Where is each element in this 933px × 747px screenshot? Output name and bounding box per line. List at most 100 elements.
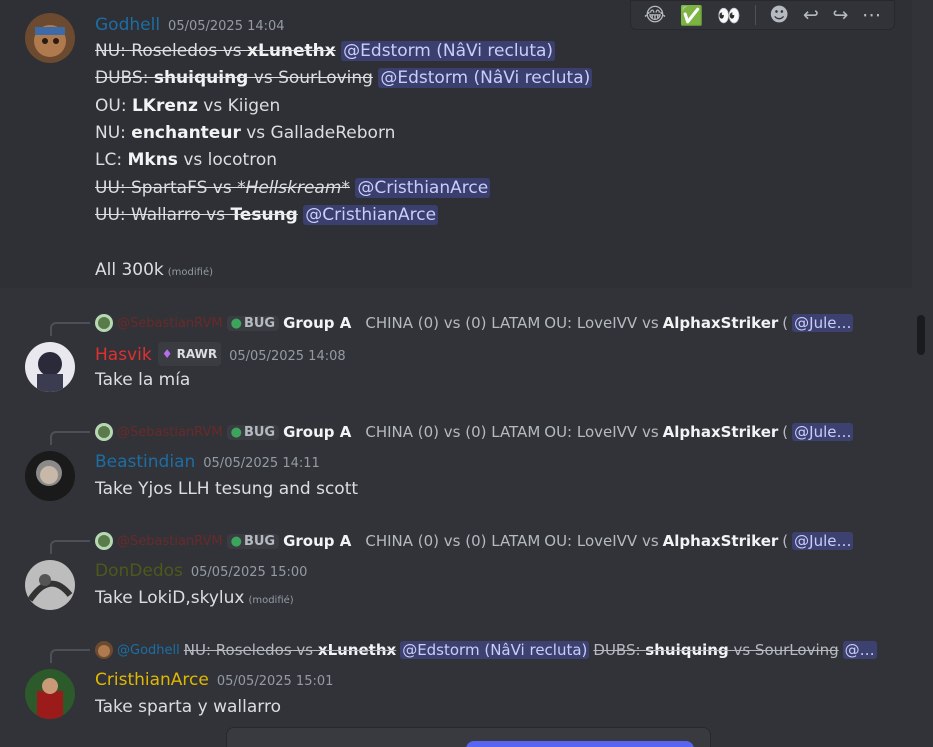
message-line-8: All 300k (modifié) (95, 259, 213, 284)
reaction-eyes-icon[interactable]: 👀 (717, 4, 741, 27)
author-name[interactable]: CristhianArce (95, 670, 209, 690)
reply-author[interactable]: @Godhell (117, 643, 180, 658)
message-text: Take Yjos LLH tesung and scott (95, 479, 359, 499)
reply-preview[interactable]: @SebastianRVM ● BUG Group A CHINA (0) vs … (95, 421, 880, 443)
reply-icon[interactable]: ↩ (803, 4, 819, 26)
user-mention[interactable]: @Edstorm (NâVi recluta) (341, 41, 556, 61)
composer-action-button[interactable] (466, 741, 694, 747)
more-options-icon[interactable]: ⋯ (862, 4, 881, 26)
message-content: Take la mía (95, 369, 190, 391)
reply-mention: @Jule… (792, 423, 854, 441)
bold-text: xLunethx (247, 41, 336, 61)
text: LC: (95, 150, 128, 170)
text: vs SourLoving (248, 68, 373, 88)
server-tag: ● BUG (226, 533, 280, 549)
toolbar-divider (754, 5, 756, 25)
role-badge: ♦ RAWR (157, 342, 222, 366)
avatar[interactable] (25, 342, 75, 392)
timestamp: 05/05/2025 14:11 (203, 456, 320, 471)
text: vs Kiigen (197, 96, 281, 116)
author-name[interactable]: DonDedos (95, 561, 183, 581)
reply-spine (50, 431, 90, 445)
reply-bold: AlphaxStriker (662, 423, 779, 441)
server-tag: ● BUG (226, 424, 280, 440)
avatar[interactable] (25, 669, 75, 719)
leaf-icon: ● (230, 424, 242, 440)
timestamp: 05/05/2025 14:08 (229, 349, 346, 364)
reply-bold: AlphaxStriker (662, 314, 779, 332)
reply-preview[interactable]: @SebastianRVM ● BUG Group A CHINA (0) vs … (95, 530, 880, 552)
reply-text: DUBS: (593, 641, 646, 659)
message-beastindian[interactable]: @SebastianRVM ● BUG Group A CHINA (0) vs … (0, 414, 912, 514)
message-dondedos[interactable]: @SebastianRVM ● BUG Group A CHINA (0) vs … (0, 523, 912, 623)
edited-label: (modifié) (248, 595, 294, 606)
bold-text: shuiquing (153, 68, 249, 88)
reply-mention: @Jule… (792, 314, 854, 332)
message-header: Hasvik ♦ RAWR 05/05/2025 14:08 (95, 342, 346, 368)
avatar[interactable] (25, 13, 75, 63)
text: NU: Roseledos vs (95, 41, 248, 61)
reply-group: Group A (283, 423, 352, 441)
forward-icon[interactable]: ↪ (832, 4, 848, 26)
reply-author[interactable]: @SebastianRVM (117, 425, 223, 440)
user-mention[interactable]: @CristhianArce (355, 178, 491, 198)
author-name[interactable]: Hasvik (95, 345, 152, 365)
message-line-7: UU: Wallarro vs Tesung @CristhianArce (95, 204, 439, 226)
reply-text: ( (782, 314, 789, 332)
reply-preview[interactable]: @Godhell NU: Roseledos vs xLunethx @Edst… (95, 639, 880, 661)
reply-author[interactable]: @SebastianRVM (117, 316, 223, 331)
text: UU: SpartaFS vs * (95, 178, 246, 198)
message-line-5: LC: Mkns vs locotron (95, 149, 277, 171)
server-tag: ● BUG (226, 315, 280, 331)
message-hasvik[interactable]: @SebastianRVM ● BUG Group A CHINA (0) vs … (0, 305, 912, 405)
tag-label: BUG (243, 533, 276, 549)
message-header: Godhell 05/05/2025 14:04 (95, 14, 285, 38)
message-cristhianarce[interactable]: @Godhell NU: Roseledos vs xLunethx @Edst… (0, 632, 912, 732)
message-content: Take sparta y wallarro (95, 696, 281, 718)
message-godhell[interactable]: Godhell 05/05/2025 14:04 NU: Roseledos vs… (0, 0, 912, 288)
timestamp: 05/05/2025 15:00 (190, 565, 308, 580)
reply-text: vs SourLoving (728, 641, 839, 659)
message-line-2: DUBS: shuiquing vs SourLoving @Edstorm (… (95, 67, 593, 89)
reply-bold: AlphaxStriker (662, 532, 779, 550)
reply-text: OU: LoveIVV vs (544, 314, 659, 332)
reply-match: CHINA (0) vs (0) LATAM (365, 423, 541, 441)
reply-bold: shuiquing (645, 641, 729, 659)
chat-scroller[interactable]: Godhell 05/05/2025 14:04 NU: Roseledos vs… (0, 0, 933, 747)
reply-avatar (95, 423, 113, 441)
timestamp: 05/05/2025 14:04 (168, 19, 285, 34)
reply-text: ( (782, 532, 789, 550)
message-header: CristhianArce 05/05/2025 15:01 (95, 669, 333, 693)
message-line-4: NU: enchanteur vs GalladeReborn (95, 122, 395, 144)
reaction-check-icon[interactable]: ✅ (680, 4, 704, 27)
beastindian-avatar-image (25, 451, 75, 501)
author-name[interactable]: Godhell (95, 15, 160, 35)
scrollbar-thumb[interactable] (917, 315, 925, 355)
author-name[interactable]: Beastindian (95, 452, 195, 472)
reply-text: ( (782, 423, 789, 441)
purple-flame-icon: ♦ (161, 347, 173, 361)
reply-mention: @Jule… (792, 532, 854, 550)
user-mention[interactable]: @Edstorm (NâVi recluta) (378, 68, 593, 88)
bold-text: LKrenz (131, 96, 198, 116)
add-reaction-icon[interactable]: ☻ (769, 4, 789, 26)
avatar[interactable] (25, 451, 75, 501)
message-header: DonDedos 05/05/2025 15:00 (95, 560, 307, 584)
message-text: Take la mía (95, 370, 191, 390)
badge-label: RAWR (176, 347, 218, 361)
reply-mention: @Edstorm (NâVi recluta) (400, 641, 590, 659)
hasvik-avatar-image (25, 342, 75, 392)
reply-group: Group A (283, 314, 352, 332)
user-mention[interactable]: @CristhianArce (303, 205, 439, 225)
text: vs locotron (177, 150, 277, 170)
message-content: Take LokiD,skylux (modifié) (95, 587, 294, 612)
reply-mention: @… (842, 641, 877, 659)
reply-author[interactable]: @SebastianRVM (117, 534, 223, 549)
avatar[interactable] (25, 560, 75, 610)
reply-avatar (95, 641, 113, 659)
reply-match: CHINA (0) vs (0) LATAM (365, 532, 541, 550)
reply-preview[interactable]: @SebastianRVM ● BUG Group A CHINA (0) vs … (95, 312, 880, 334)
reaction-joy-icon[interactable]: 😂 (644, 4, 666, 26)
edited-label: (modifié) (167, 267, 214, 278)
text: DUBS: (95, 68, 154, 88)
